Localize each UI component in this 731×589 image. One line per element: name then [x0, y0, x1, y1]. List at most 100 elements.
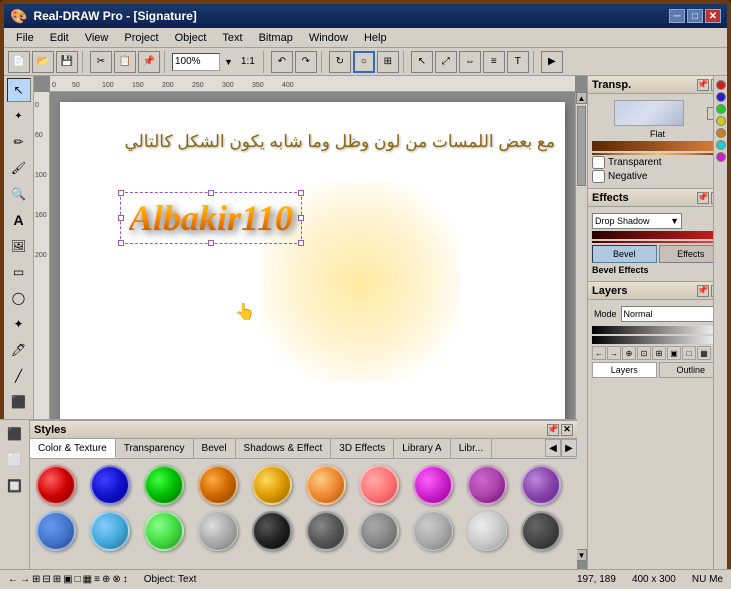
swatch-lime[interactable]: [144, 511, 184, 551]
tab-library-a[interactable]: Library A: [394, 439, 450, 458]
styles-pin-btn[interactable]: 📌: [547, 424, 559, 436]
styles-scroll-left[interactable]: ◀: [545, 439, 561, 457]
tab-shadows-effect[interactable]: Shadows & Effect: [236, 439, 332, 458]
styles-close-btn[interactable]: ✕: [561, 424, 573, 436]
mirror-button[interactable]: ⇔: [459, 51, 481, 73]
align-button[interactable]: ≡: [483, 51, 505, 73]
swatch-blue[interactable]: [36, 511, 76, 551]
layer-icon-6[interactable]: ▣: [667, 346, 681, 360]
bottom-tool-2[interactable]: ⬜: [3, 448, 27, 472]
copy-button[interactable]: 📋: [114, 51, 136, 73]
layers-tab[interactable]: Layers: [592, 362, 657, 378]
status-icon-4[interactable]: ⊟: [42, 574, 50, 585]
star-tool[interactable]: ✦: [7, 312, 31, 336]
swatch-lightgray[interactable]: [198, 511, 238, 551]
status-icon-10[interactable]: ⊕: [102, 574, 110, 585]
new-button[interactable]: 📄: [8, 51, 30, 73]
layers-pin-btn[interactable]: 📌: [697, 285, 709, 297]
line-tool[interactable]: ╱: [7, 364, 31, 388]
menu-object[interactable]: Object: [167, 30, 215, 46]
status-icon-12[interactable]: ↕: [123, 574, 128, 585]
swatch-purple[interactable]: [467, 465, 507, 505]
status-icon-7[interactable]: □: [75, 574, 81, 585]
fill-tool[interactable]: ⬛: [7, 390, 31, 414]
zoom-dropdown-arrow[interactable]: ▼: [224, 57, 233, 67]
scrollbar-down-arrow[interactable]: ▼: [576, 549, 587, 561]
extra-btn1[interactable]: ▶: [541, 51, 563, 73]
menu-help[interactable]: Help: [356, 30, 395, 46]
layer-icon-8[interactable]: ▦: [697, 346, 711, 360]
layers-opacity-bar[interactable]: [592, 326, 723, 334]
swatch-violet[interactable]: [521, 465, 561, 505]
swatch-orange[interactable]: [306, 465, 346, 505]
layer-icon-1[interactable]: ←: [592, 346, 606, 360]
tab-color-texture[interactable]: Color & Texture: [30, 439, 116, 458]
close-button[interactable]: ✕: [705, 9, 721, 23]
status-icon-5[interactable]: ⊞: [53, 574, 61, 585]
swatch-gold[interactable]: [252, 465, 292, 505]
swatch-lightblue[interactable]: [90, 511, 130, 551]
bottom-tool-1[interactable]: ⬛: [3, 422, 27, 446]
pencil-tool[interactable]: ✏: [7, 130, 31, 154]
transparent-checkbox[interactable]: [592, 156, 605, 169]
handle-ml[interactable]: [118, 215, 124, 221]
text-tool[interactable]: T: [507, 51, 529, 73]
handle-bm[interactable]: [208, 240, 214, 246]
redo-button[interactable]: ↷: [295, 51, 317, 73]
undo-button[interactable]: ↶: [271, 51, 293, 73]
handle-mr[interactable]: [298, 215, 304, 221]
transp-pin-btn[interactable]: 📌: [697, 79, 709, 91]
ellipse-tool[interactable]: ◯: [7, 286, 31, 310]
tab-bevel[interactable]: Bevel: [194, 439, 236, 458]
menu-bitmap[interactable]: Bitmap: [251, 30, 301, 46]
select-tool[interactable]: ↖: [7, 78, 31, 102]
swatch-black[interactable]: [252, 511, 292, 551]
status-icon-6[interactable]: ▣: [63, 574, 72, 585]
open-button[interactable]: 📂: [32, 51, 54, 73]
handle-br[interactable]: [298, 240, 304, 246]
swatch-red[interactable]: [36, 465, 76, 505]
bevel-button[interactable]: Bevel: [592, 245, 657, 263]
handle-tr[interactable]: [298, 190, 304, 196]
handle-tm[interactable]: [208, 190, 214, 196]
color-cyan[interactable]: [716, 140, 726, 150]
swatch-darkgray[interactable]: [306, 511, 346, 551]
text-tool-left[interactable]: A: [7, 208, 31, 232]
effects-pin-btn[interactable]: 📌: [697, 192, 709, 204]
maximize-button[interactable]: □: [687, 9, 703, 23]
swatch-darkblue[interactable]: [90, 465, 130, 505]
layer-icon-3[interactable]: ⊕: [622, 346, 636, 360]
tab-3d-effects[interactable]: 3D Effects: [331, 439, 394, 458]
swatch-green[interactable]: [144, 465, 184, 505]
status-icon-11[interactable]: ⊗: [112, 574, 120, 585]
styles-scroll-right[interactable]: ▶: [561, 439, 577, 457]
layer-icon-2[interactable]: →: [607, 346, 621, 360]
circle-tool[interactable]: ○: [353, 51, 375, 73]
zoom-tool[interactable]: 🔍: [7, 182, 31, 206]
pointer-tool[interactable]: ↖: [411, 51, 433, 73]
color-magenta[interactable]: [716, 152, 726, 162]
handle-tl[interactable]: [118, 190, 124, 196]
menu-project[interactable]: Project: [116, 30, 166, 46]
swatch-gray[interactable]: [413, 511, 453, 551]
menu-file[interactable]: File: [8, 30, 42, 46]
swatch-magenta[interactable]: [413, 465, 453, 505]
text-object-container[interactable]: Albakir110: [120, 192, 302, 244]
layer-icon-5[interactable]: ⊞: [652, 346, 666, 360]
layer-icon-4[interactable]: ⊡: [637, 346, 651, 360]
negative-checkbox[interactable]: [592, 170, 605, 183]
effects-slider-bar[interactable]: [592, 231, 723, 239]
swatch-salmon[interactable]: [359, 465, 399, 505]
handle-bl[interactable]: [118, 240, 124, 246]
scale-button[interactable]: ⤢: [435, 51, 457, 73]
swatch-charcoal[interactable]: [521, 511, 561, 551]
menu-view[interactable]: View: [77, 30, 117, 46]
minimize-button[interactable]: ─: [669, 9, 685, 23]
status-redo[interactable]: →: [20, 574, 30, 585]
bottom-tool-3[interactable]: 🔲: [3, 474, 27, 498]
menu-window[interactable]: Window: [301, 30, 356, 46]
effects-dropdown[interactable]: Drop Shadow ▼: [592, 213, 682, 229]
color-blue[interactable]: [716, 92, 726, 102]
menu-text[interactable]: Text: [214, 30, 250, 46]
tab-transparency[interactable]: Transparency: [116, 439, 194, 458]
